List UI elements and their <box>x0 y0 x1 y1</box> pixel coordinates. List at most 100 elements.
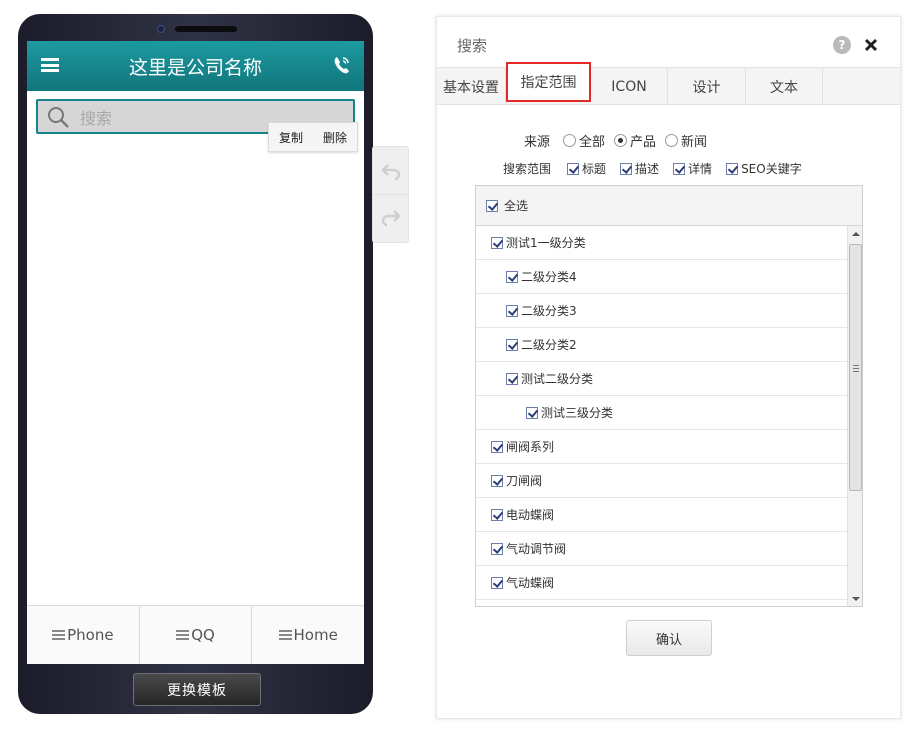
search-settings-dialog: 搜索 ? 基本设置 指定范围 ICON 设计 文本 来源 全部 产品 新闻 搜索… <box>436 16 901 719</box>
company-name: 这里是公司名称 <box>128 56 262 79</box>
tree-item[interactable]: 测试三级分类 <box>476 396 847 430</box>
tree-item[interactable]: 二级分类2 <box>476 328 847 362</box>
checkbox[interactable] <box>726 162 739 175</box>
scope-details[interactable]: 详情 <box>673 160 712 177</box>
scope-item-label: 标题 <box>582 162 607 176</box>
tree-item-label: 气动蝶阀 <box>506 576 555 590</box>
option-label: 产品 <box>630 135 657 150</box>
redo-button[interactable] <box>373 195 408 243</box>
tree-item[interactable]: 二级分类4 <box>476 260 847 294</box>
tree-item[interactable]: 气动蝶阀 <box>476 566 847 600</box>
tree-item-label: 闸阀系列 <box>506 440 555 454</box>
phone-call-icon[interactable] <box>332 55 350 75</box>
tab-icon[interactable]: ICON <box>591 68 668 105</box>
undo-icon <box>381 163 400 180</box>
tree-item-label: 测试三级分类 <box>541 406 614 420</box>
checkbox[interactable] <box>506 338 518 351</box>
checkbox[interactable] <box>506 304 518 317</box>
nav-label: Phone <box>67 626 114 644</box>
checkbox[interactable] <box>491 508 503 521</box>
tree-item-label: 气动调节阀 <box>506 542 567 556</box>
tree-item-label: 二级分类2 <box>521 338 577 352</box>
grip-icon <box>853 365 859 372</box>
source-label: 来源 <box>524 135 551 150</box>
scope-description[interactable]: 描述 <box>620 160 659 177</box>
tree-item[interactable]: 测试1一级分类 <box>476 226 847 260</box>
scroll-down-arrow-icon[interactable] <box>852 597 860 601</box>
select-all-row[interactable]: 全选 <box>476 186 862 226</box>
checkbox[interactable] <box>526 406 538 419</box>
radio-button[interactable] <box>563 134 577 147</box>
list-icon <box>278 630 292 640</box>
phone-screen: 这里是公司名称 搜索 复制 删除 Phone QQ Home <box>27 41 364 664</box>
tree-item[interactable]: 刀闸阀 <box>476 464 847 498</box>
hamburger-menu-icon[interactable] <box>41 58 59 72</box>
tree-item-label: 二级分类4 <box>521 270 577 284</box>
tree-item-label: 测试二级分类 <box>521 372 594 386</box>
radio-button[interactable] <box>614 134 628 147</box>
tab-bar: 基本设置 指定范围 ICON 设计 文本 <box>437 62 900 105</box>
copy-button[interactable]: 复制 <box>269 129 313 146</box>
nav-qq[interactable]: QQ <box>140 606 253 664</box>
scope-item-label: 描述 <box>635 162 660 176</box>
select-all-checkbox[interactable] <box>486 199 498 212</box>
tree-item[interactable]: 闸阀系列 <box>476 430 847 464</box>
tree-item[interactable]: 测试二级分类 <box>476 362 847 396</box>
nav-label: QQ <box>191 626 215 644</box>
source-row: 来源 全部 产品 新闻 <box>524 131 716 150</box>
list-icon <box>52 630 66 640</box>
tree-item-label: 二级分类3 <box>521 304 577 318</box>
source-option-product[interactable]: 产品 <box>614 131 656 150</box>
camera-dot <box>157 25 165 33</box>
help-icon[interactable]: ? <box>833 36 851 54</box>
checkbox[interactable] <box>491 474 503 487</box>
category-tree: 全选 测试1一级分类 二级分类4 二级分类3 二级分类2 测试二级分类 测试三级… <box>475 185 863 607</box>
scope-item-label: SEO关键字 <box>741 162 802 176</box>
delete-button[interactable]: 删除 <box>313 129 357 146</box>
tree-item[interactable]: 二级分类3 <box>476 294 847 328</box>
tab-design[interactable]: 设计 <box>668 68 746 105</box>
confirm-button[interactable]: 确认 <box>626 620 712 656</box>
radio-button[interactable] <box>665 134 679 147</box>
bottom-nav: Phone QQ Home <box>27 605 364 664</box>
checkbox[interactable] <box>506 270 518 283</box>
checkbox[interactable] <box>620 162 633 175</box>
source-option-news[interactable]: 新闻 <box>665 131 707 150</box>
scroll-up-arrow-icon[interactable] <box>852 232 860 236</box>
nav-phone[interactable]: Phone <box>27 606 140 664</box>
option-label: 新闻 <box>681 135 708 150</box>
tree-scrollbar[interactable] <box>847 226 862 606</box>
tree-item[interactable]: 电动蝶阀 <box>476 498 847 532</box>
tree-item[interactable]: 气动调节阀 <box>476 532 847 566</box>
tab-text[interactable]: 文本 <box>746 68 823 105</box>
nav-label: Home <box>293 626 338 644</box>
tree-item-label: 刀闸阀 <box>506 474 543 488</box>
checkbox[interactable] <box>491 576 503 589</box>
checkbox[interactable] <box>491 440 503 453</box>
option-label: 全部 <box>579 135 606 150</box>
checkbox[interactable] <box>491 542 503 555</box>
scrollbar-thumb[interactable] <box>849 244 862 491</box>
tree-item-label: 测试1一级分类 <box>506 236 586 250</box>
nav-home[interactable]: Home <box>252 606 364 664</box>
checkbox[interactable] <box>567 162 580 175</box>
scope-label: 搜索范围 <box>503 162 552 176</box>
tab-scope[interactable]: 指定范围 <box>506 62 591 102</box>
undo-button[interactable] <box>373 147 408 195</box>
change-template-button[interactable]: 更换模板 <box>133 673 261 706</box>
scope-title[interactable]: 标题 <box>567 160 606 177</box>
phone-preview: 这里是公司名称 搜索 复制 删除 Phone QQ Home 更换模板 <box>18 14 373 714</box>
list-icon <box>176 630 190 640</box>
history-toolbar <box>372 146 409 243</box>
checkbox[interactable] <box>491 236 503 249</box>
search-scope-row: 搜索范围 标题 描述 详情 SEO关键字 <box>503 160 816 177</box>
source-option-all[interactable]: 全部 <box>563 131 605 150</box>
tab-basic-settings[interactable]: 基本设置 <box>437 68 506 105</box>
checkbox[interactable] <box>673 162 686 175</box>
scope-seo-keywords[interactable]: SEO关键字 <box>726 160 802 177</box>
close-icon[interactable] <box>863 37 879 53</box>
checkbox[interactable] <box>506 372 518 385</box>
tree-item-label: 电动蝶阀 <box>506 508 555 522</box>
speaker-grille <box>175 26 237 32</box>
context-menu: 复制 删除 <box>268 122 359 152</box>
